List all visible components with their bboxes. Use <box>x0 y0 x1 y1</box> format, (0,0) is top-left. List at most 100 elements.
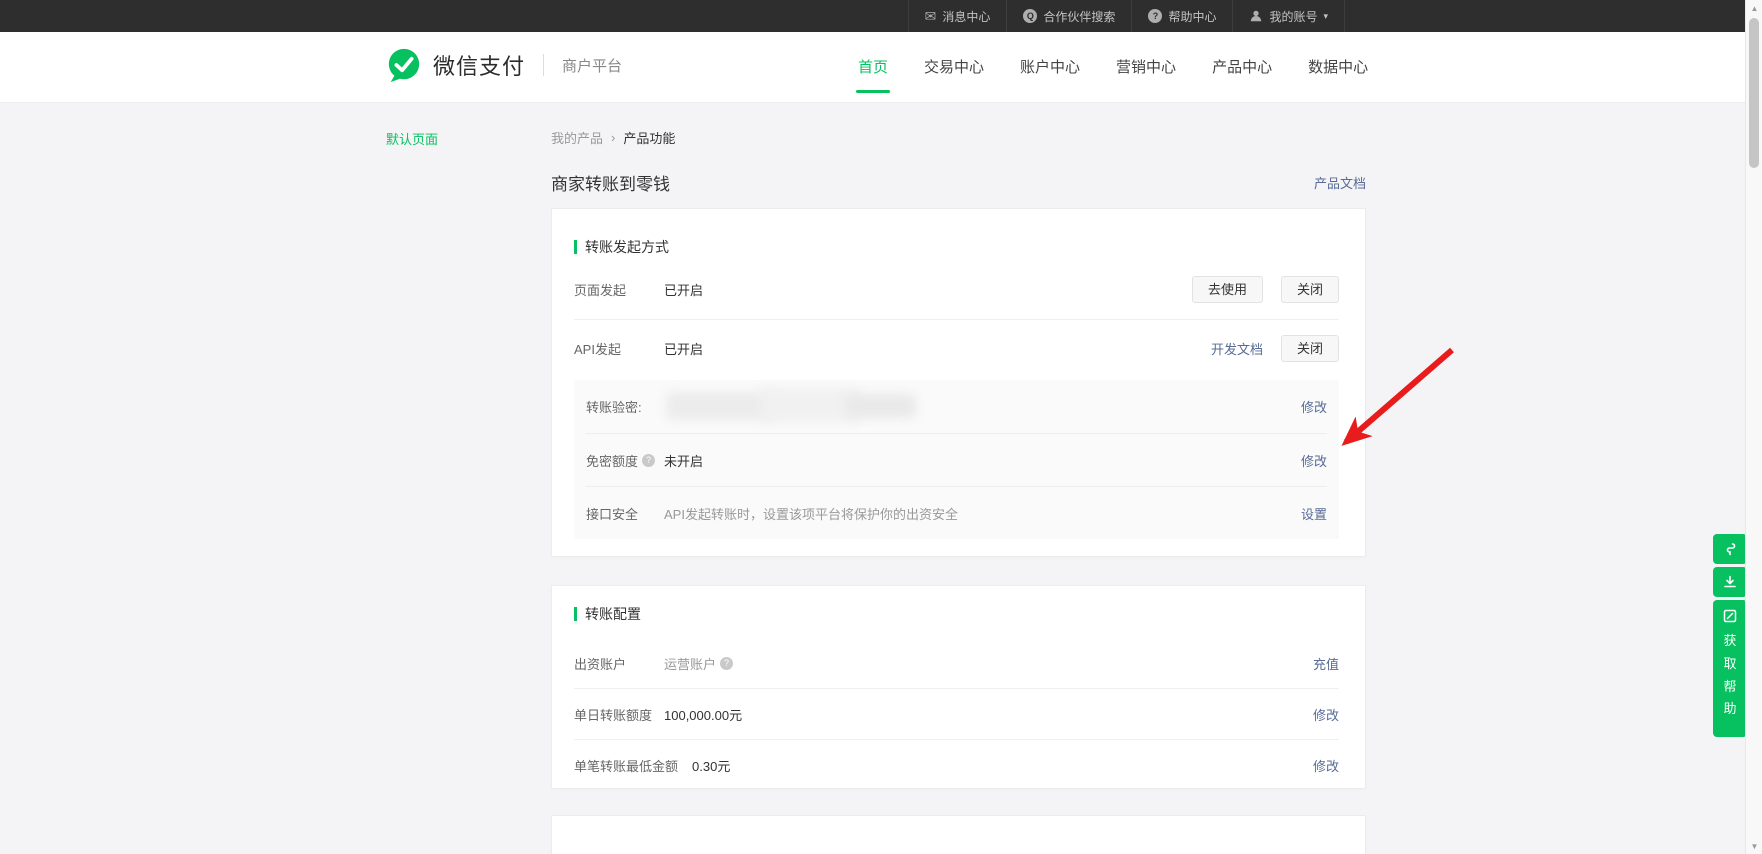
info-icon[interactable]: ? <box>720 656 734 670</box>
transfer-scene-head-row: 转账场景 查看申请记录 <box>574 816 1339 854</box>
topbar-menu: ✉ 消息中心 Q 合作伙伴搜索 ? 帮助中心 我的账号 ▾ <box>907 0 1345 32</box>
dev-doc-link[interactable]: 开发文档 <box>1211 339 1263 358</box>
partner-search-menu-item[interactable]: Q 合作伙伴搜索 <box>1006 0 1131 32</box>
transfer-initiation-title: 转账发起方式 <box>585 239 669 255</box>
floating-help-widget: 获取帮助 <box>1713 534 1747 737</box>
go-use-button[interactable]: 去使用 <box>1191 275 1263 303</box>
link-tool-button[interactable] <box>1713 534 1747 564</box>
blurred-secret-value <box>666 387 916 424</box>
funding-account-label: 出资账户 <box>574 656 627 672</box>
api-initiation-actions: 开发文档 关闭 <box>1211 334 1339 362</box>
page-initiation-status: 已开启 <box>664 282 704 298</box>
api-settings-panel: 转账验密: 修改 免密额度 ? 未开启 修改 接口安全 API发起转账时，设置该… <box>574 380 1339 539</box>
daily-limit-label: 单日转账额度 <box>574 707 653 723</box>
feedback-edit-icon <box>1723 609 1737 623</box>
get-help-label: 获取帮助 <box>1723 633 1737 717</box>
breadcrumb: 我的产品 › 产品功能 <box>551 128 675 147</box>
chevron-down-icon: ▾ <box>1323 10 1328 21</box>
nav-item-data-center[interactable]: 数据中心 <box>1308 32 1368 103</box>
nav-item-transaction-center[interactable]: 交易中心 <box>924 32 984 103</box>
daily-limit-value: 100,000.00元 <box>664 707 743 723</box>
min-amount-row: 单笔转账最低金额 0.30元 修改 <box>574 740 1339 790</box>
no-password-quota-label: 免密额度 ? <box>586 451 664 470</box>
brand-name: 微信支付 <box>433 54 526 79</box>
nav-item-account-center[interactable]: 账户中心 <box>1020 32 1080 103</box>
user-icon <box>1251 10 1262 22</box>
nav-item-marketing-center[interactable]: 营销中心 <box>1116 32 1176 103</box>
breadcrumb-current: 产品功能 <box>623 131 676 146</box>
vertical-scrollbar[interactable]: ▲ ▼ <box>1745 0 1762 854</box>
blur-blob <box>666 391 776 420</box>
api-initiation-row: API发起 已开启 开发文档 关闭 <box>574 320 1339 376</box>
blur-blob <box>846 393 916 418</box>
security-setting-link[interactable]: 设置 <box>1301 504 1327 523</box>
no-password-quota-status: 未开启 <box>664 453 704 469</box>
section-bar <box>574 240 577 254</box>
close-api-initiation-button[interactable]: 关闭 <box>1280 334 1339 362</box>
info-icon[interactable]: ? <box>642 453 656 467</box>
close-page-initiation-button[interactable]: 关闭 <box>1280 275 1339 303</box>
brand[interactable]: 微信支付 商户平台 <box>385 46 622 84</box>
message-center-menu-item[interactable]: ✉ 消息中心 <box>907 0 1007 32</box>
breadcrumb-parent[interactable]: 我的产品 <box>551 128 603 147</box>
transfer-scene-card: 转账场景 查看申请记录 <box>551 815 1366 854</box>
api-security-row: 接口安全 API发起转账时，设置该项平台将保护你的出资安全 设置 <box>586 486 1327 539</box>
modify-min-amount-link[interactable]: 修改 <box>1313 756 1339 775</box>
transfer-config-title: 转账配置 <box>585 606 641 622</box>
scroll-down-icon[interactable]: ▼ <box>1746 838 1762 854</box>
sidebar-item-default-page[interactable]: 默认页面 <box>386 129 438 148</box>
brand-divider <box>543 54 545 76</box>
scroll-up-icon[interactable]: ▲ <box>1746 0 1762 16</box>
mail-icon: ✉ <box>924 8 937 24</box>
page-initiation-row: 页面发起 已开启 去使用 关闭 <box>574 259 1339 319</box>
page: ✉ 消息中心 Q 合作伙伴搜索 ? 帮助中心 我的账号 ▾ 微信支付 商户平台 … <box>0 0 1762 854</box>
main-nav: 首页 交易中心 账户中心 营销中心 产品中心 数据中心 <box>858 32 1368 103</box>
api-security-label: 接口安全 <box>586 506 639 522</box>
transfer-config-section-head: 转账配置 <box>574 586 1339 624</box>
link-icon <box>1726 543 1736 556</box>
download-icon <box>1724 575 1736 588</box>
my-account-menu-item[interactable]: 我的账号 ▾ <box>1232 0 1345 32</box>
page-initiation-actions: 去使用 关闭 <box>1191 275 1339 303</box>
my-account-label: 我的账号 <box>1269 9 1318 24</box>
transfer-scene-section-head: 转账场景 <box>574 842 641 854</box>
funding-account-row: 出资账户 运营账户 ? 充值 <box>574 638 1339 688</box>
transfer-verify-row: 转账验密: 修改 <box>586 380 1327 433</box>
transfer-initiation-card: 转账发起方式 页面发起 已开启 去使用 关闭 API发起 已开启 开发文档 关闭… <box>551 208 1366 557</box>
recharge-link[interactable]: 充值 <box>1313 654 1339 673</box>
page-title: 商家转账到零钱 <box>551 175 670 194</box>
modify-quota-link[interactable]: 修改 <box>1301 451 1327 470</box>
page-initiation-label: 页面发起 <box>574 282 627 298</box>
min-amount-value: 0.30元 <box>692 758 731 774</box>
help-center-menu-item[interactable]: ? 帮助中心 <box>1131 0 1232 32</box>
min-amount-label: 单笔转账最低金额 <box>574 758 679 774</box>
no-password-quota-text: 免密额度 <box>586 453 639 469</box>
get-help-button[interactable]: 获取帮助 <box>1713 600 1747 737</box>
platform-label: 商户平台 <box>562 57 623 75</box>
topbar: ✉ 消息中心 Q 合作伙伴搜索 ? 帮助中心 我的账号 ▾ <box>0 0 1762 32</box>
breadcrumb-separator-icon: › <box>611 130 616 145</box>
transfer-initiation-section-head: 转账发起方式 <box>574 209 1339 257</box>
no-password-quota-row: 免密额度 ? 未开启 修改 <box>586 433 1327 486</box>
product-doc-link[interactable]: 产品文档 <box>1314 173 1366 192</box>
message-center-label: 消息中心 <box>942 9 991 24</box>
daily-limit-row: 单日转账额度 100,000.00元 修改 <box>574 689 1339 739</box>
partner-search-label: 合作伙伴搜索 <box>1043 9 1116 24</box>
funding-account-value: 运营账户 <box>664 656 717 672</box>
transfer-config-card: 转账配置 出资账户 运营账户 ? 充值 单日转账额度 100,000.00元 修… <box>551 585 1366 789</box>
nav-item-home[interactable]: 首页 <box>858 32 888 103</box>
api-security-desc: API发起转账时，设置该项平台将保护你的出资安全 <box>664 506 958 522</box>
api-initiation-status: 已开启 <box>664 341 704 357</box>
scrollbar-thumb[interactable] <box>1749 18 1759 168</box>
download-button[interactable] <box>1713 567 1747 597</box>
transfer-verify-label: 转账验密: <box>586 400 642 415</box>
api-initiation-label: API发起 <box>574 341 621 357</box>
modify-daily-limit-link[interactable]: 修改 <box>1313 705 1339 724</box>
help-icon: ? <box>1148 9 1163 23</box>
section-bar <box>574 607 577 621</box>
modify-verify-link[interactable]: 修改 <box>1301 397 1327 416</box>
nav-item-product-center[interactable]: 产品中心 <box>1212 32 1272 103</box>
search-icon: Q <box>1023 9 1038 23</box>
help-center-label: 帮助中心 <box>1168 9 1217 24</box>
wechat-pay-logo-icon <box>388 48 420 83</box>
